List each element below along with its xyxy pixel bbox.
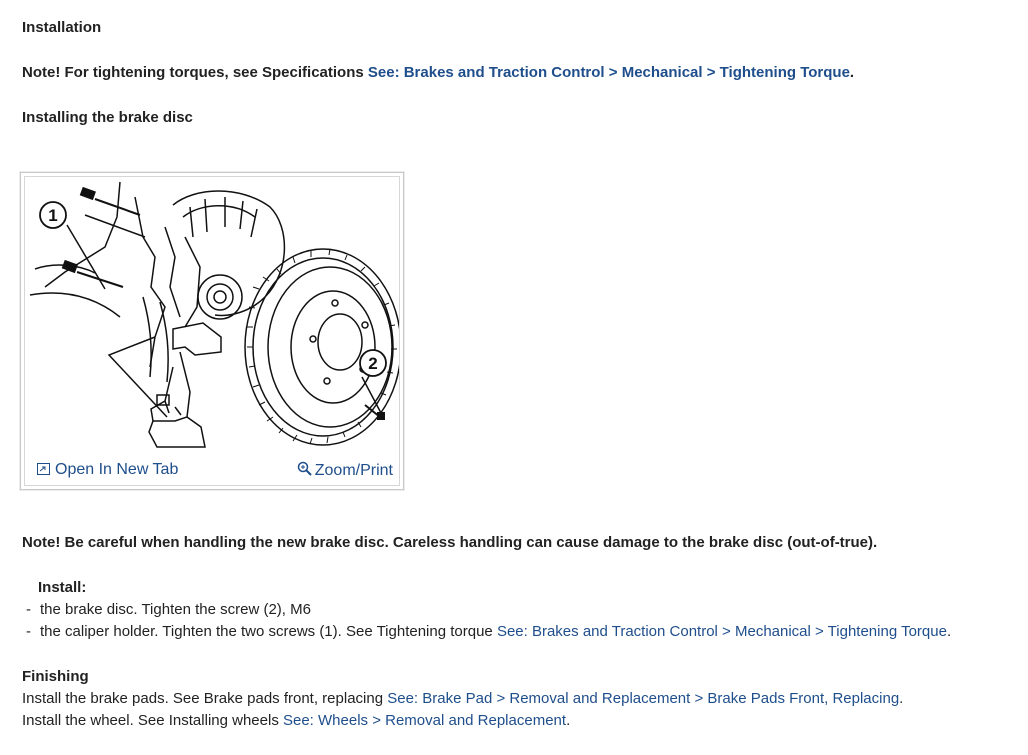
open-in-new-tab-link[interactable]: Open In New Tab xyxy=(37,461,178,480)
figure-image-frame: 1 2 Open In New Tab Zoom/Print xyxy=(24,176,400,486)
torque-note-suffix: . xyxy=(849,64,855,81)
tightening-torque-link[interactable]: See: Brakes and Traction Control > Mecha… xyxy=(497,623,947,640)
finishing-text: Install the brake pads. See Brake pads f… xyxy=(22,690,388,707)
brake-pads-link[interactable]: See: Brake Pad > Removal and Replacement… xyxy=(387,690,899,707)
subheading: Installing the brake disc xyxy=(22,109,193,126)
wheels-link[interactable]: See: Wheels > Removal and Replacement xyxy=(283,712,566,729)
careful-note: Note! Be careful when handling the new b… xyxy=(22,534,878,551)
callout-1-label: 1 xyxy=(48,206,57,225)
finishing-heading: Finishing xyxy=(22,668,89,685)
finishing-line-brake-pads: Install the brake pads. See Brake pads f… xyxy=(22,689,903,709)
section-heading: Installation xyxy=(22,19,102,36)
finishing-line-wheel: Install the wheel. See Installing wheels… xyxy=(22,711,570,731)
torque-note-text: Note! For tightening torques, see Specif… xyxy=(22,64,368,81)
callout-2-label: 2 xyxy=(368,354,377,373)
finishing-suffix: . xyxy=(899,690,904,707)
open-in-new-tab-icon xyxy=(37,462,50,480)
finishing-text: Install the wheel. See Installing wheels xyxy=(22,712,283,729)
install-item-text: the caliper holder. Tighten the two scre… xyxy=(40,623,497,640)
list-dash: - xyxy=(26,623,31,640)
finishing-suffix: . xyxy=(566,712,571,729)
torque-note: Note! For tightening torques, see Specif… xyxy=(22,63,854,83)
install-item-brake-disc: - the brake disc. Tighten the screw (2), … xyxy=(26,600,311,620)
install-item-text: the brake disc. Tighten the screw (2), M… xyxy=(40,601,311,618)
zoom-print-link[interactable]: Zoom/Print xyxy=(297,461,393,481)
install-label: Install: xyxy=(38,579,87,596)
open-in-new-tab-label: Open In New Tab xyxy=(55,461,179,478)
install-item-caliper-holder: - the caliper holder. Tighten the two scr… xyxy=(26,622,951,642)
install-item-suffix: . xyxy=(946,623,952,640)
torque-spec-link[interactable]: See: Brakes and Traction Control > Mecha… xyxy=(368,64,850,81)
brake-disc-diagram: 1 2 xyxy=(29,181,399,448)
figure-toolbar: Open In New Tab Zoom/Print xyxy=(25,459,399,483)
magnifier-icon xyxy=(297,461,312,481)
list-dash: - xyxy=(26,601,31,618)
brake-disc-figure: 1 2 Open In New Tab Zoom/Print xyxy=(20,172,404,490)
zoom-print-label: Zoom/Print xyxy=(314,462,393,479)
